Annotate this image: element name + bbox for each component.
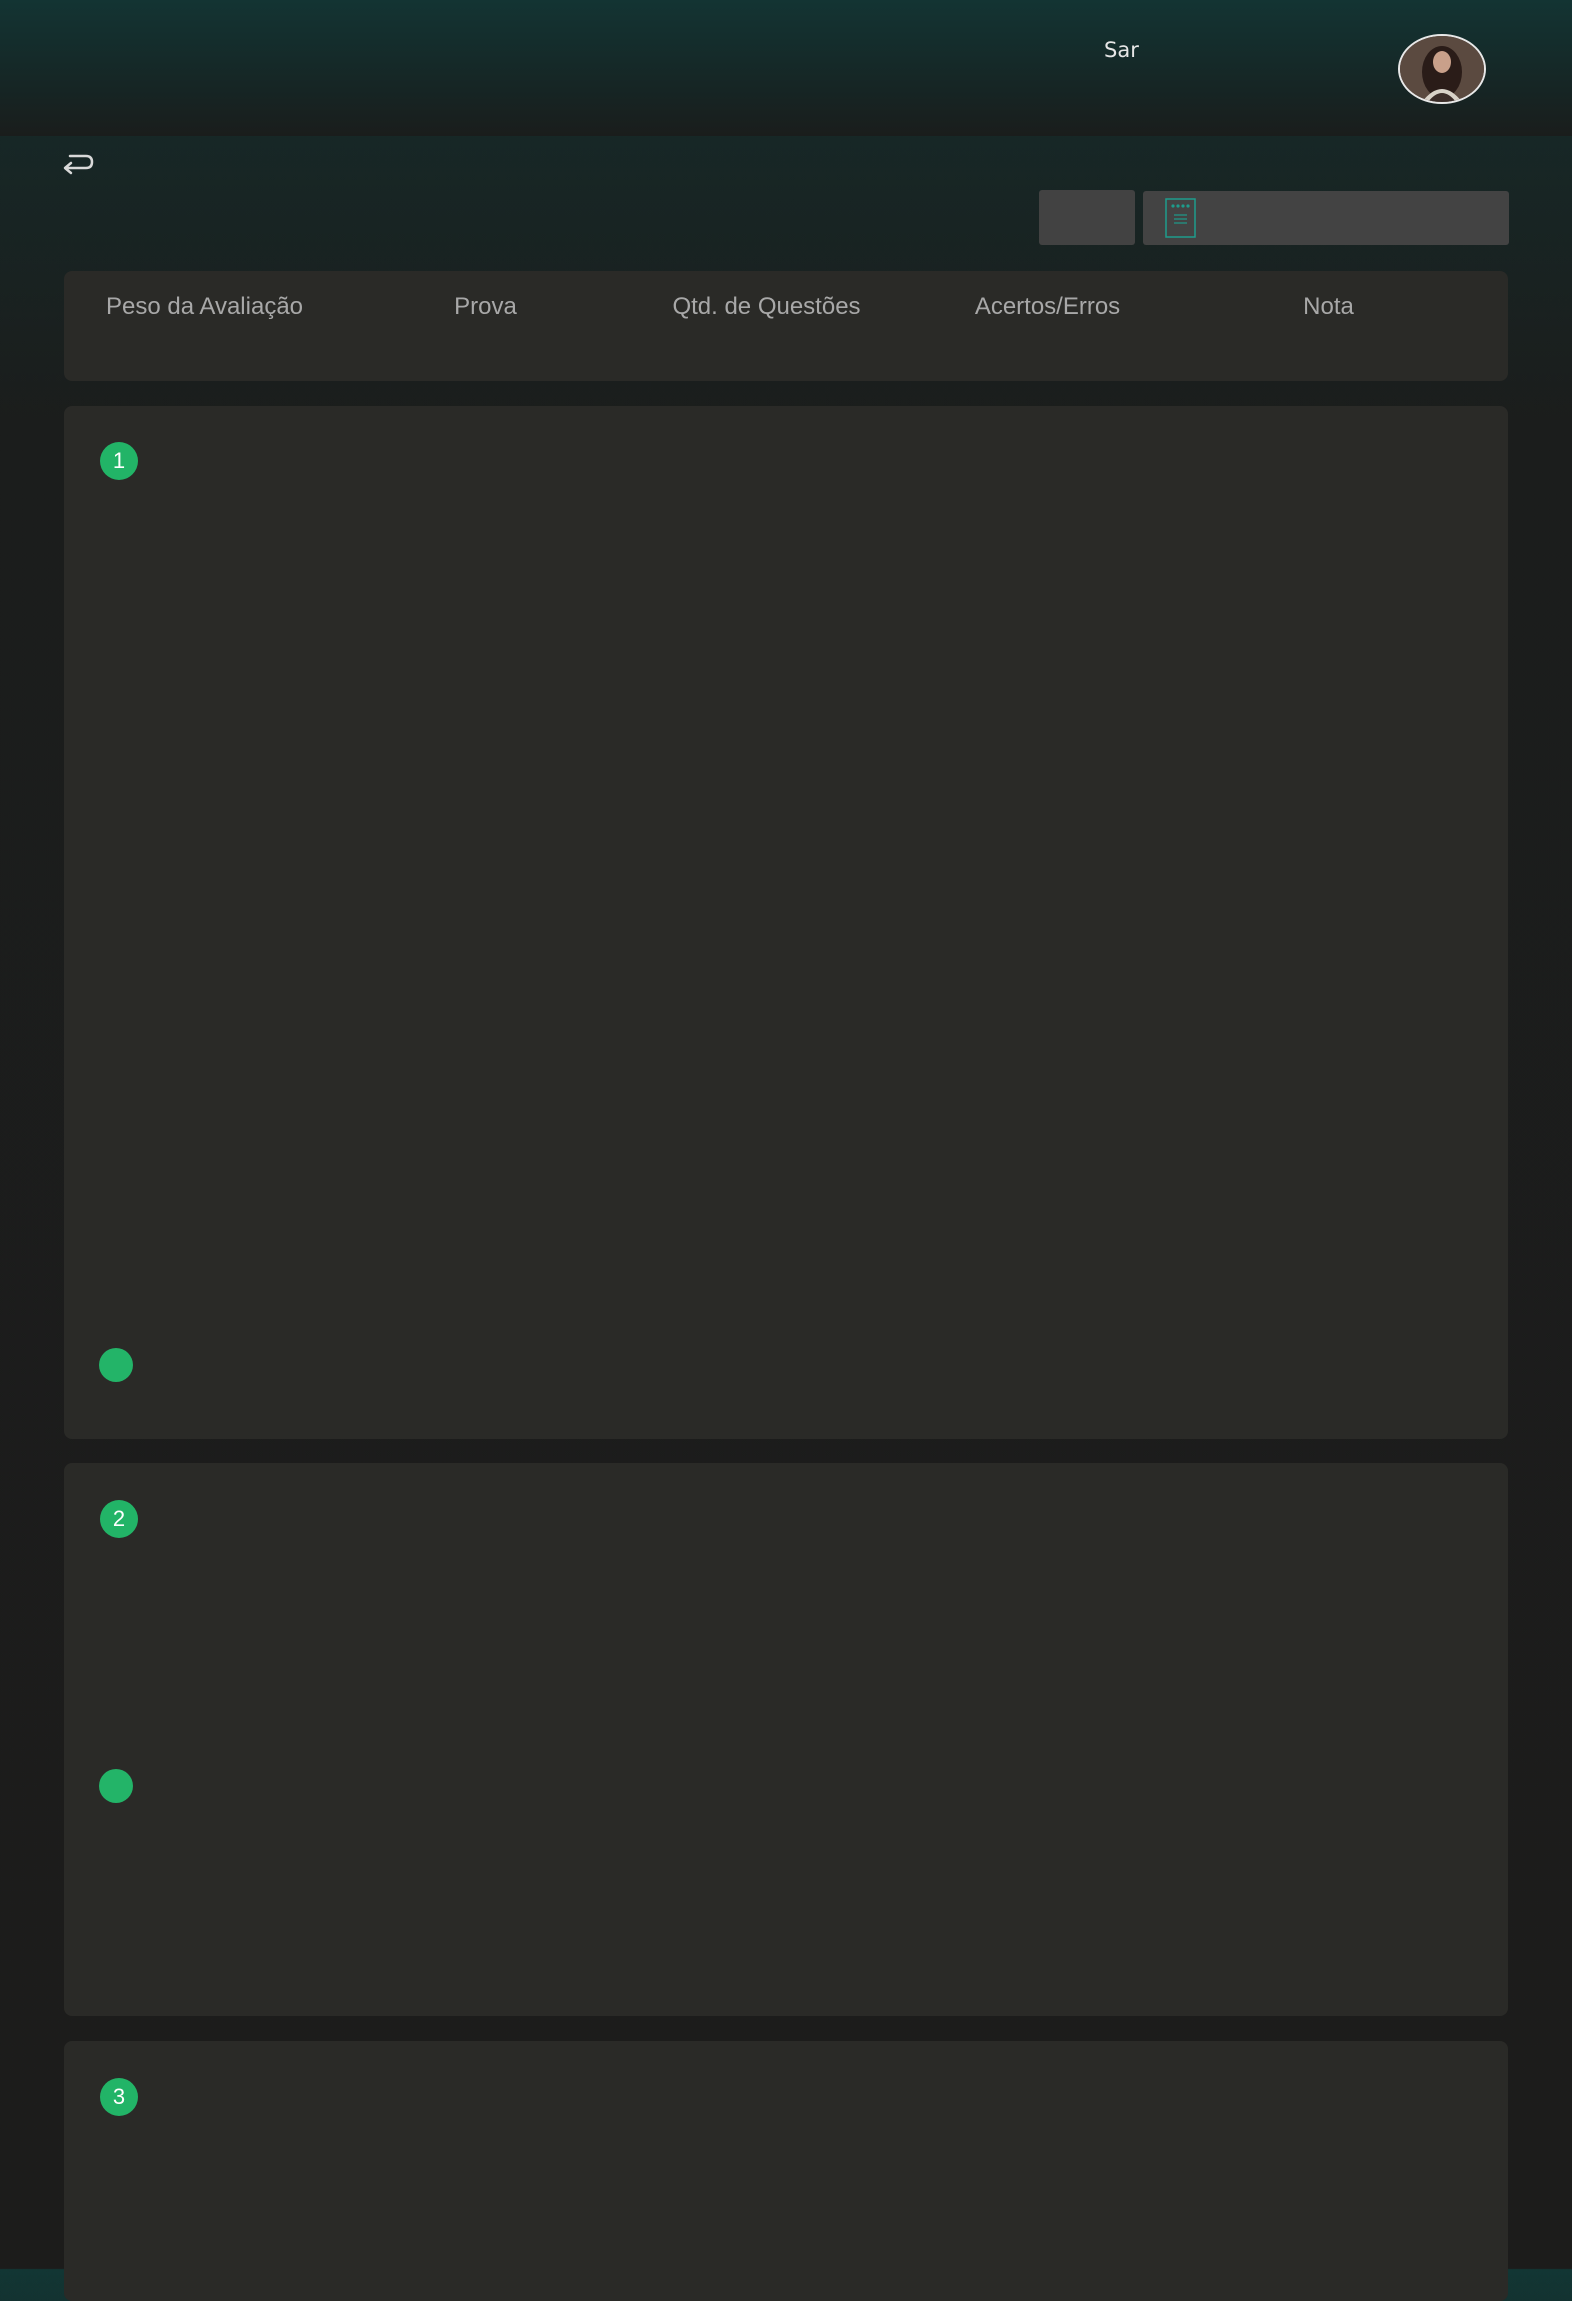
document-button[interactable] — [1143, 191, 1509, 245]
username: Sar — [1104, 38, 1139, 62]
user-avatar[interactable] — [1398, 34, 1486, 104]
back-button[interactable] — [60, 146, 96, 182]
action-button[interactable] — [1039, 190, 1135, 245]
question-card-3: 3 — [64, 2041, 1508, 2301]
column-peso: Peso da Avaliação — [105, 293, 304, 320]
question-number-badge: 3 — [100, 2078, 138, 2116]
document-icon — [1165, 198, 1196, 238]
exam-summary-header: Peso da Avaliação Prova Qtd. de Questões… — [64, 271, 1508, 381]
question-number-badge: 2 — [100, 1500, 138, 1538]
answer-status-dot — [99, 1769, 133, 1803]
question-number-badge: 1 — [100, 442, 138, 480]
question-card-2: 2 — [64, 1463, 1508, 2016]
column-nota: Nota — [1303, 293, 1354, 320]
column-prova: Prova — [454, 293, 517, 320]
column-acertos-erros: Acertos/Erros — [974, 293, 1121, 320]
answer-status-dot — [99, 1348, 133, 1382]
question-card-1: 1 — [64, 406, 1508, 1439]
avatar-photo-icon — [1400, 36, 1484, 102]
column-qtd-questoes: Qtd. de Questões — [672, 293, 861, 320]
top-header: Sar — [0, 0, 1572, 136]
return-arrow-icon — [63, 154, 94, 175]
